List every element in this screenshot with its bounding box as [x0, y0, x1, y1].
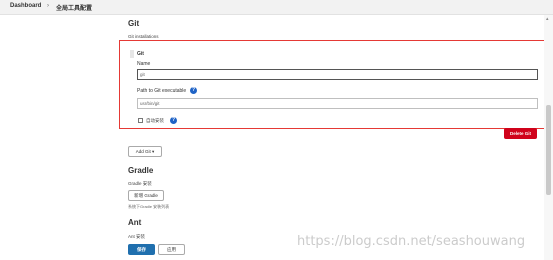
drag-handle-icon[interactable]: [130, 50, 134, 58]
delete-git-button[interactable]: Delete Git: [504, 128, 537, 139]
git-installation-title: Git: [137, 51, 144, 57]
git-installations-label: Git installations: [128, 34, 159, 39]
save-button[interactable]: 保存: [128, 244, 155, 255]
vertical-scrollbar[interactable]: ▴: [544, 15, 553, 260]
breadcrumb-dashboard[interactable]: Dashboard: [10, 3, 41, 9]
watermark-text: https://blog.csdn.net/seashouwang: [297, 234, 526, 249]
auto-install-label: 自动安装: [146, 118, 164, 123]
scroll-up-icon[interactable]: ▴: [546, 16, 549, 22]
scrollbar-thumb[interactable]: [546, 105, 551, 195]
add-gradle-button[interactable]: 新增 Gradle: [128, 190, 164, 201]
path-help-icon[interactable]: ?: [190, 87, 197, 94]
gradle-hint: 系统下Gradle 安装列表: [128, 204, 170, 209]
auto-install-help-icon[interactable]: ?: [170, 117, 177, 124]
git-path-input[interactable]: usr/bin/git: [137, 98, 538, 109]
gradle-installations-label: Gradle 安装: [128, 181, 152, 186]
breadcrumb: Dashboard › 全局工具配置: [0, 0, 553, 15]
add-git-label: Add Git: [135, 149, 151, 154]
add-git-button[interactable]: Add Git ▾: [128, 146, 162, 157]
git-installation-highlight: [119, 40, 547, 129]
git-section-title: Git: [128, 19, 140, 28]
breadcrumb-global-tool-config[interactable]: 全局工具配置: [56, 3, 92, 12]
gradle-section-title: Gradle: [128, 166, 154, 175]
apply-button[interactable]: 应用: [158, 244, 185, 255]
chevron-down-icon: ▾: [152, 149, 155, 154]
auto-install-checkbox[interactable]: [138, 118, 143, 123]
ant-section-title: Ant: [128, 218, 142, 227]
git-name-input[interactable]: git: [137, 69, 538, 80]
ant-installations-label: Ant 安装: [128, 234, 146, 239]
name-label: Name: [137, 61, 151, 67]
breadcrumb-separator-icon: ›: [47, 3, 49, 9]
path-label: Path to Git executable: [137, 88, 187, 94]
